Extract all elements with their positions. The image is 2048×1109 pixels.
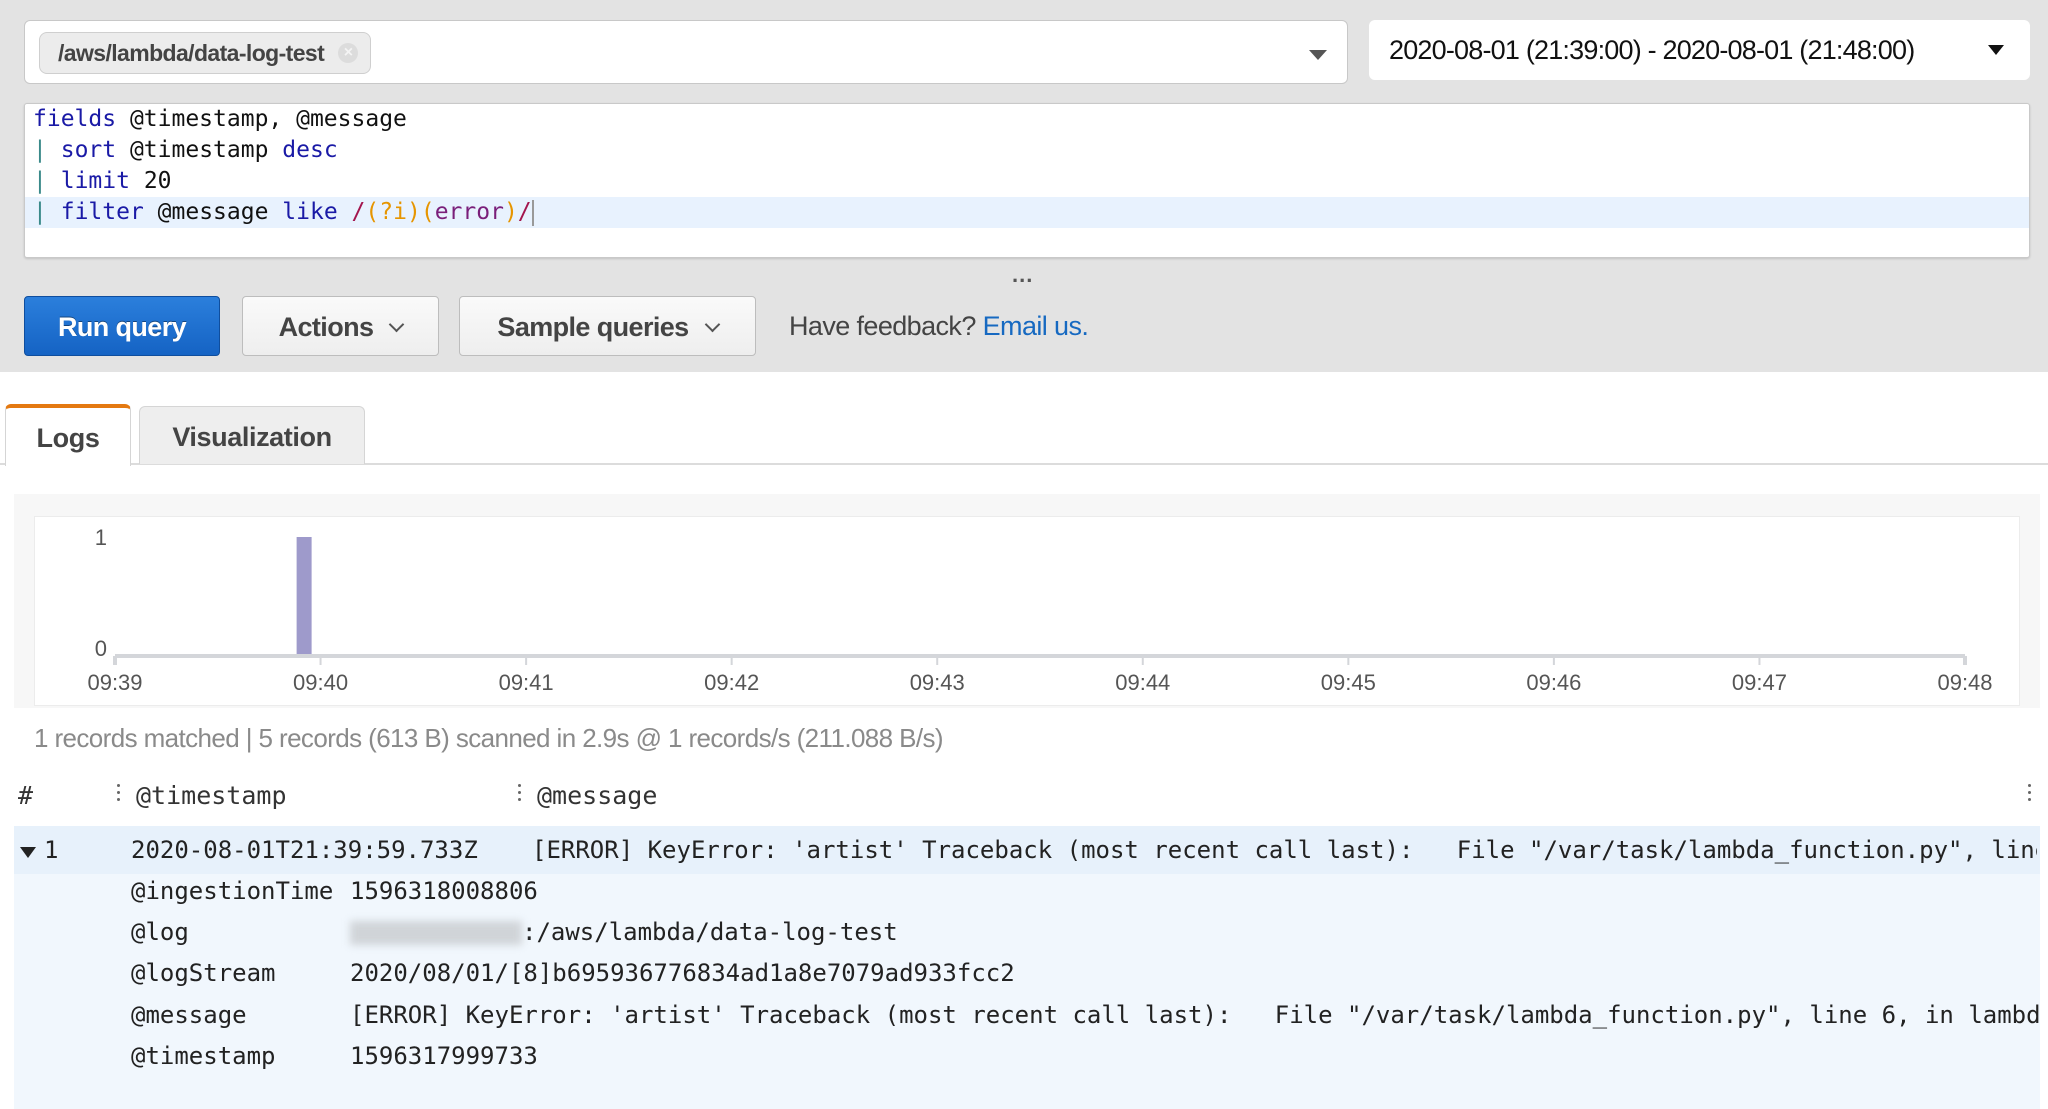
- query-stats: 1 records matched | 5 records (613 B) sc…: [34, 723, 944, 753]
- regex-token: /: [351, 199, 366, 225]
- editor-resize-handle[interactable]: ...: [1012, 262, 1033, 288]
- chevron-down-icon: [704, 316, 720, 333]
- field-key: @log: [131, 918, 189, 946]
- regex-token: ): [406, 199, 421, 225]
- keyword-token: filter: [60, 199, 144, 225]
- field-value: 2020/08/01/[8]b695936776834ad1a8e7079ad9…: [350, 959, 1015, 987]
- remove-circle-icon[interactable]: ×: [338, 43, 359, 63]
- histogram-chart: 0 1 09:39 09:40 09:41 09:42 09:43 09:44 09:45 09:…: [34, 516, 2020, 706]
- keyword-token: limit: [60, 168, 130, 194]
- x-tick-label: 09:46: [1526, 670, 1581, 695]
- column-resize-handle[interactable]: [518, 784, 522, 806]
- column-header-message[interactable]: @message: [537, 776, 657, 816]
- regex-token: (: [420, 199, 435, 225]
- actions-button[interactable]: Actions: [242, 296, 439, 356]
- feedback-text: Have feedback?: [789, 311, 976, 341]
- regex-token: ?i: [379, 199, 407, 225]
- chevron-down-icon: [389, 316, 405, 333]
- column-resize-handle[interactable]: [117, 784, 121, 806]
- log-group-chip-label: /aws/lambda/data-log-test: [58, 40, 325, 66]
- y-tick-label: 0: [95, 636, 107, 661]
- actions-label: Actions: [278, 312, 374, 342]
- histogram-svg: 0 1 09:39 09:40 09:41 09:42 09:43 09:44 09:45 09:…: [87, 525, 1992, 695]
- keyword-token: sort: [60, 137, 117, 163]
- row-message: [ERROR] KeyError: 'artist' Traceback (mo…: [532, 836, 2037, 864]
- run-query-button[interactable]: Run query: [24, 296, 220, 356]
- log-group-chip: /aws/lambda/data-log-test ×: [39, 32, 372, 74]
- code-token: @timestamp, @message: [116, 106, 407, 132]
- x-tick-label: 09:45: [1321, 670, 1376, 695]
- histogram-bar: [296, 537, 312, 654]
- pipe-token: |: [33, 199, 47, 225]
- code-token: @message: [143, 199, 283, 225]
- x-tick-label: 09:39: [87, 670, 142, 695]
- code-line-1: fields @timestamp, @message: [25, 104, 2029, 135]
- regex-token: (: [365, 199, 380, 225]
- code-token: @timestamp: [116, 137, 283, 163]
- field-value: [ERROR] KeyError: 'artist' Traceback (mo…: [350, 1001, 2040, 1029]
- x-tick-label: 09:47: [1732, 670, 1787, 695]
- redacted-account-id: [350, 921, 522, 945]
- time-range-picker[interactable]: 2020-08-01 (21:39:00) - 2020-08-01 (21:4…: [1369, 20, 2030, 80]
- x-tick-label: 09:42: [704, 670, 759, 695]
- keyword-token: like: [282, 199, 338, 225]
- x-tick-label: 09:48: [1937, 670, 1992, 695]
- x-tick-label: 09:43: [910, 670, 965, 695]
- field-key: @ingestionTime: [131, 877, 334, 905]
- tab-visualization[interactable]: Visualization: [139, 406, 365, 464]
- column-menu-handle[interactable]: [2028, 784, 2032, 806]
- field-key: @timestamp: [131, 1042, 276, 1070]
- sample-queries-label: Sample queries: [497, 312, 689, 342]
- pipe-token: |: [33, 137, 47, 163]
- query-editor[interactable]: fields @timestamp, @message | sort @time…: [24, 103, 2030, 258]
- pipe-token: |: [33, 168, 47, 194]
- code-line-3: | limit 20: [25, 166, 2029, 197]
- row-timestamp: 2020-08-01T21:39:59.733Z: [131, 836, 478, 864]
- keyword-token: fields: [33, 106, 117, 132]
- log-group-select[interactable]: /aws/lambda/data-log-test ×: [24, 20, 1348, 84]
- sample-queries-button[interactable]: Sample queries: [459, 296, 756, 356]
- field-key: @message: [131, 1001, 247, 1029]
- time-range-label: 2020-08-01 (21:39:00) - 2020-08-01 (21:4…: [1389, 35, 1915, 65]
- caret-down-icon[interactable]: [1988, 45, 2004, 55]
- email-us-link[interactable]: Email us.: [983, 311, 1089, 341]
- regex-token: ): [503, 199, 518, 225]
- code-line-2: | sort @timestamp desc: [25, 135, 2029, 166]
- regex-token: error: [434, 199, 504, 225]
- text-cursor: [531, 199, 534, 226]
- x-tick-label: 09:44: [1115, 670, 1170, 695]
- field-key: @logStream: [131, 959, 276, 987]
- column-header-index: #: [18, 781, 34, 810]
- number-token: 20: [129, 168, 172, 194]
- keyword-token: desc: [282, 137, 338, 163]
- code-line-4: | filter @message like /(?i)(error)/: [25, 197, 2029, 228]
- regex-token: /: [517, 199, 532, 225]
- x-tick-label: 09:40: [293, 670, 348, 695]
- column-header-timestamp[interactable]: @timestamp: [136, 776, 287, 816]
- field-value: 1596317999733: [350, 1042, 538, 1070]
- y-tick-label: 1: [95, 525, 107, 550]
- field-value-text: :/aws/lambda/data-log-test: [522, 918, 898, 946]
- field-value: 1596318008806: [350, 877, 538, 905]
- row-index: 1: [44, 836, 59, 864]
- field-value: :/aws/lambda/data-log-test: [350, 915, 898, 949]
- feedback: Have feedback? Email us.: [789, 296, 1089, 356]
- expand-triangle-icon[interactable]: [20, 847, 36, 858]
- tab-logs[interactable]: Logs: [5, 404, 131, 466]
- caret-down-icon[interactable]: [1309, 50, 1327, 60]
- x-tick-label: 09:41: [499, 670, 554, 695]
